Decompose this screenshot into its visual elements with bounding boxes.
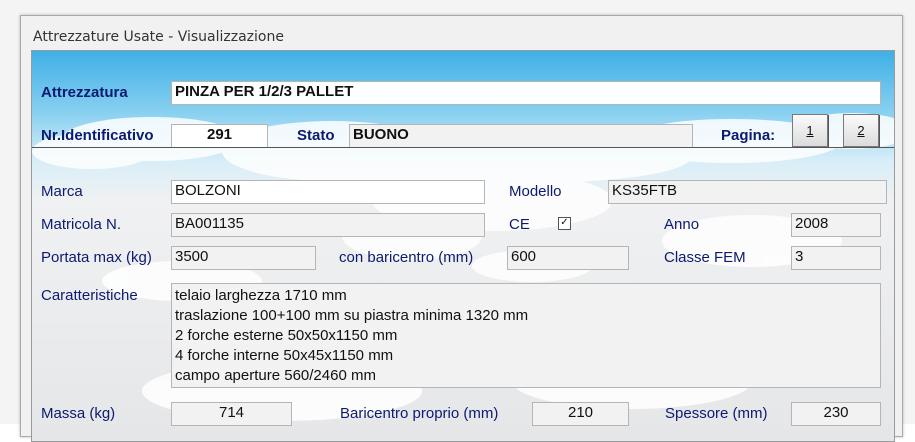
pagina-label: Pagina: (721, 127, 776, 144)
attrezzatura-label: Attrezzatura (41, 84, 128, 101)
matricola-label: Matricola N. (41, 216, 122, 233)
app-window: Attrezzature Usate - Visualizzazione Att… (20, 15, 903, 442)
attrezzatura-field[interactable]: PINZA PER 1/2/3 PALLET (171, 81, 881, 105)
ce-label: CE (509, 216, 530, 233)
desktop-background: Attrezzature Usate - Visualizzazione Att… (0, 0, 915, 442)
caratteristiche-line: 4 forche interne 50x45x1150 mm (175, 347, 394, 364)
baricentro-label: con baricentro (mm) (339, 249, 474, 266)
classe-fem-label: Classe FEM (664, 249, 746, 266)
ce-checkbox[interactable]: ✓ (558, 217, 571, 230)
marca-field[interactable]: BOLZONI (171, 180, 485, 204)
massa-label: Massa (kg) (41, 405, 116, 422)
page-1-button-label: 1 (806, 123, 814, 138)
caratteristiche-line: campo aperture 560/2460 mm (175, 367, 376, 384)
marca-label: Marca (41, 183, 83, 200)
modello-label: Modello (509, 183, 562, 200)
anno-label: Anno (664, 216, 700, 233)
baricentro-field[interactable]: 600 (507, 246, 629, 270)
spessore-field[interactable]: 230 (791, 402, 881, 426)
matricola-field[interactable]: BA001135 (171, 213, 485, 237)
window-title: Attrezzature Usate - Visualizzazione (33, 29, 284, 45)
baricentro-proprio-field[interactable]: 210 (532, 402, 629, 426)
page-2-button-label: 2 (857, 123, 865, 138)
massa-field[interactable]: 714 (171, 402, 292, 426)
caratteristiche-label: Caratteristiche (41, 287, 138, 304)
caratteristiche-line: telaio larghezza 1710 mm (175, 287, 347, 304)
stato-field[interactable]: BUONO (349, 124, 693, 148)
nr-identificativo-label: Nr.Identificativo (41, 127, 154, 144)
form-panel: Attrezzatura PINZA PER 1/2/3 PALLET Nr.I… (31, 50, 895, 442)
caratteristiche-textarea[interactable]: telaio larghezza 1710 mm traslazione 100… (171, 283, 881, 388)
caratteristiche-line: 2 forche esterne 50x50x1150 mm (175, 327, 398, 344)
modello-field[interactable]: KS35FTB (608, 180, 887, 204)
baricentro-proprio-label: Baricentro proprio (mm) (340, 405, 499, 422)
nr-identificativo-field[interactable]: 291 (171, 124, 268, 148)
anno-field[interactable]: 2008 (791, 213, 881, 237)
page-1-button[interactable]: 1 (792, 114, 828, 147)
portata-label: Portata max (kg) (41, 249, 152, 266)
title-bar: Attrezzature Usate - Visualizzazione (21, 16, 902, 50)
page-2-button[interactable]: 2 (843, 114, 879, 147)
header-divider (32, 147, 894, 148)
classe-fem-field[interactable]: 3 (791, 246, 881, 270)
stato-label: Stato (297, 127, 335, 144)
caratteristiche-line: traslazione 100+100 mm su piastra minima… (175, 307, 529, 324)
spessore-label: Spessore (mm) (665, 405, 768, 422)
portata-field[interactable]: 3500 (171, 246, 316, 270)
